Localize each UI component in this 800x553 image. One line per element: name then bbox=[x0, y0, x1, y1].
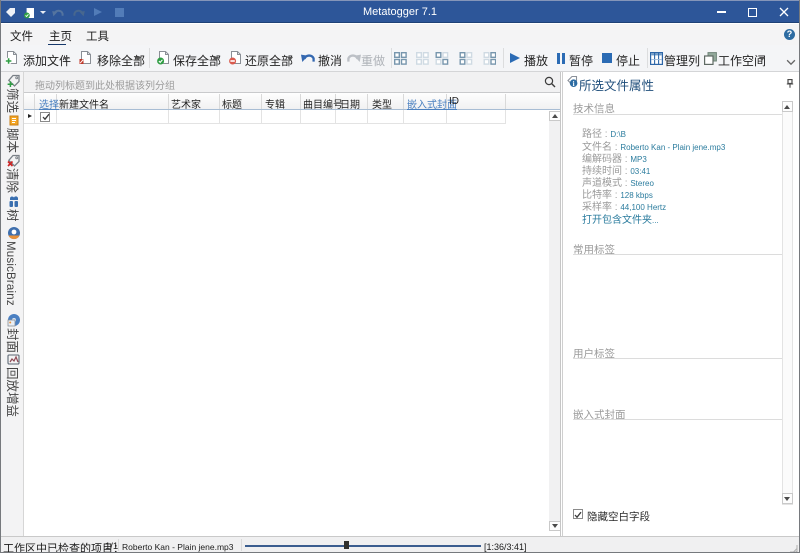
svg-text:i: i bbox=[573, 80, 575, 88]
